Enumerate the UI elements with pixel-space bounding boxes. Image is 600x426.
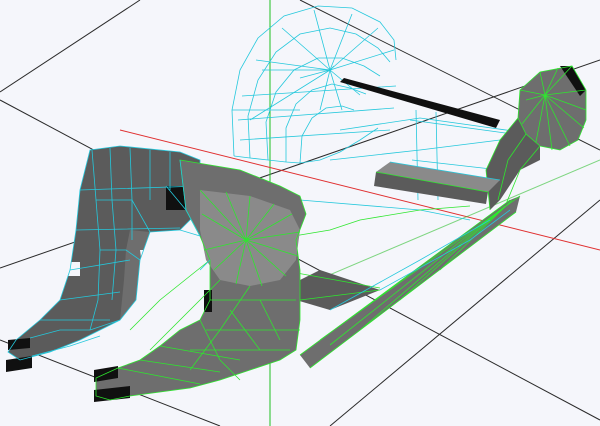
scene-canvas[interactable] (0, 0, 600, 426)
cad-viewport[interactable] (0, 0, 600, 426)
floor-rails (269, 195, 521, 369)
right-seat-back (485, 65, 587, 211)
